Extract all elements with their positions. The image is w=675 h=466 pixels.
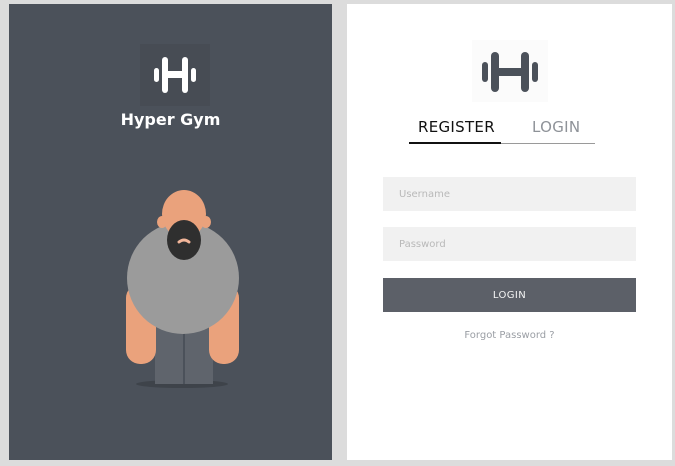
active-tab-indicator bbox=[409, 142, 501, 144]
dumbbell-logo-icon bbox=[140, 44, 210, 106]
username-input[interactable] bbox=[383, 177, 636, 211]
tab-login[interactable]: LOGIN bbox=[532, 118, 580, 136]
brand-name: Hyper Gym bbox=[120, 110, 221, 129]
dumbbell-logo-icon bbox=[472, 40, 548, 102]
forgot-password-link[interactable]: Forgot Password ? bbox=[347, 330, 672, 341]
brand-panel: Hyper Gym bbox=[9, 4, 332, 460]
password-input[interactable] bbox=[383, 227, 636, 261]
tab-register[interactable]: REGISTER bbox=[418, 118, 495, 136]
auth-panel: REGISTER LOGIN LOGIN Forgot Password ? bbox=[347, 4, 672, 460]
gym-man-illustration bbox=[95, 184, 275, 404]
login-button[interactable]: LOGIN bbox=[383, 278, 636, 312]
